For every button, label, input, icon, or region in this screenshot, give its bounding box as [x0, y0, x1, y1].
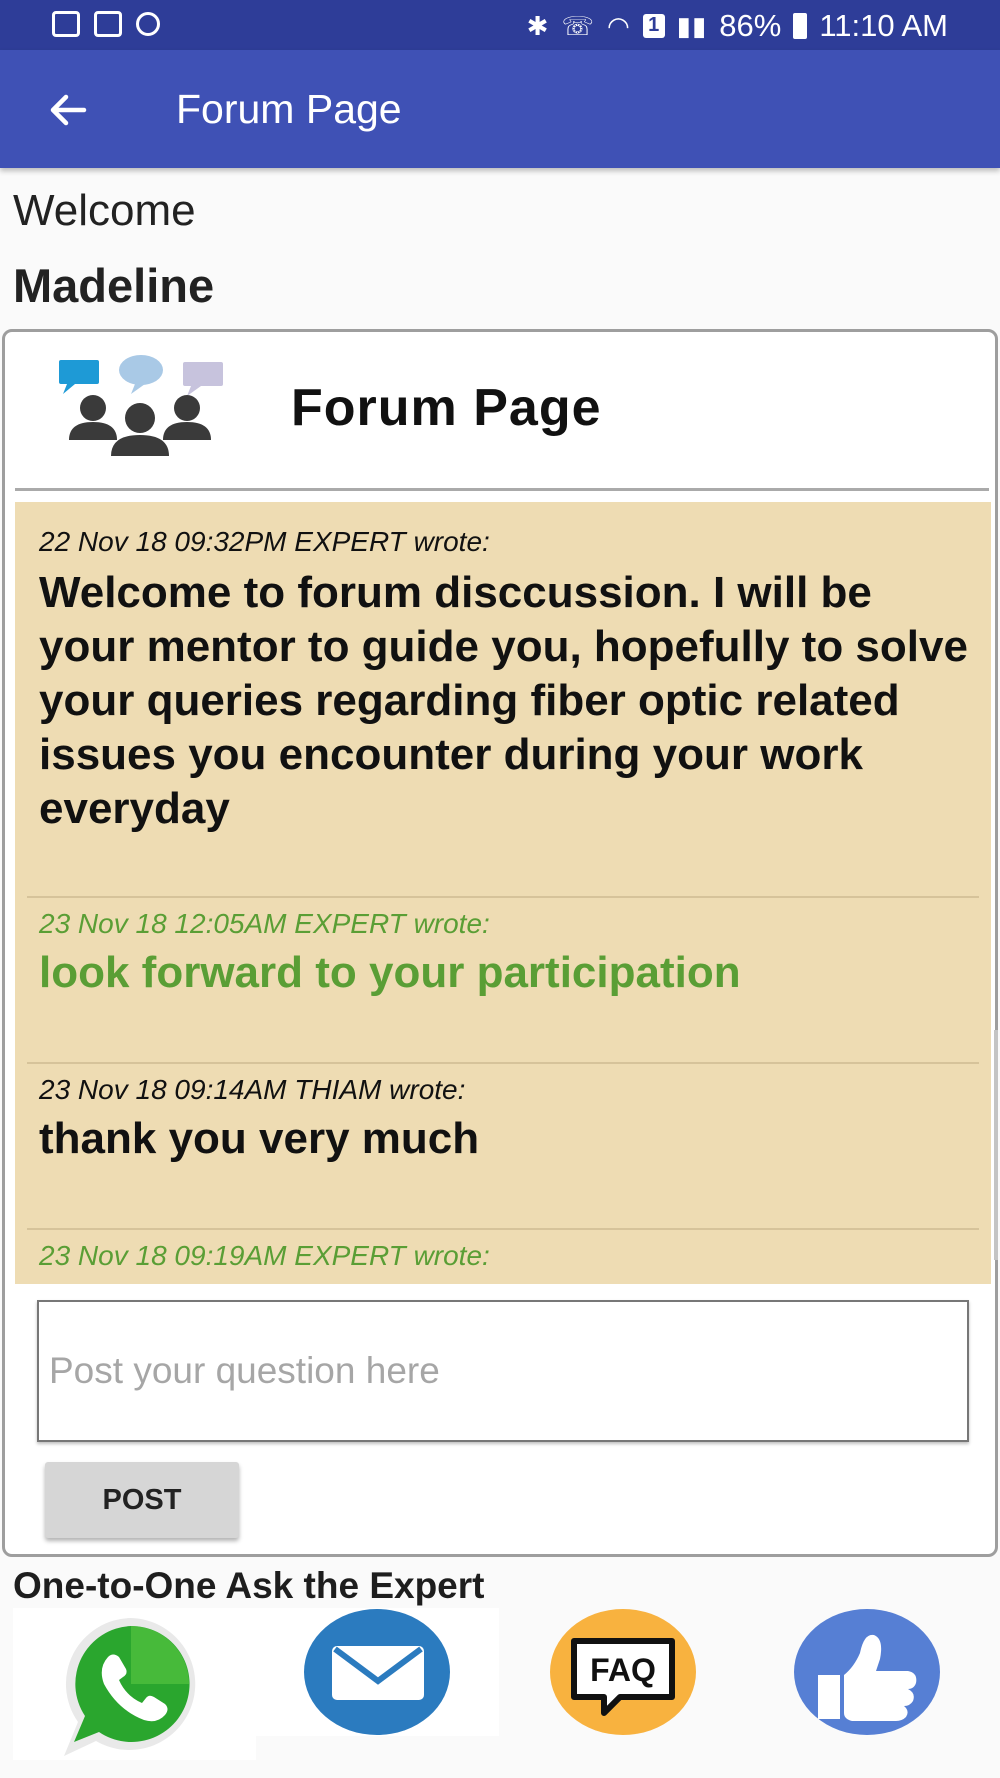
- message-divider: [27, 1062, 979, 1064]
- battery-icon: [793, 13, 808, 39]
- wifi-call-icon: ☏: [561, 10, 595, 41]
- sim-slot-badge: 1: [642, 14, 665, 38]
- mail-notification-icon: [94, 11, 122, 37]
- message-body: Welcome to forum disccussion. I will be …: [39, 568, 968, 833]
- thumbs-up-icon[interactable]: [792, 1609, 942, 1759]
- message-meta: 23 Nov 18 09:14AM THIAM wrote:: [39, 1074, 466, 1105]
- scrollbar[interactable]: [994, 1030, 998, 1260]
- forum-card-header: Forum Page: [5, 332, 995, 492]
- message-meta: 23 Nov 18 12:05AM EXPERT wrote:: [39, 908, 490, 939]
- faq-label: FAQ: [590, 1652, 656, 1688]
- alarm-icon: [136, 12, 160, 36]
- message-body: look forward to your participation: [39, 948, 741, 997]
- notification-icons: [52, 11, 160, 37]
- signal-icon: ▮▮: [676, 10, 708, 41]
- forum-card-title: Forum Page: [291, 379, 602, 437]
- expert-section-title: One-to-One Ask the Expert: [13, 1565, 485, 1606]
- list-item: 22 Nov 18 09:32PM EXPERT wrote: Welcome …: [27, 526, 979, 836]
- message-meta: 23 Nov 18 09:19AM EXPERT wrote:: [39, 1240, 490, 1271]
- message-divider: [27, 1228, 979, 1230]
- question-input[interactable]: [37, 1300, 969, 1442]
- forum-people-icon: [59, 355, 223, 456]
- wifi-icon: ◠: [606, 10, 631, 41]
- post-button[interactable]: POST: [45, 1462, 239, 1538]
- battery-percent: 86%: [719, 8, 782, 43]
- expert-contact-row: FAQ: [0, 1608, 1000, 1768]
- whatsapp-icon[interactable]: [56, 1610, 206, 1760]
- list-item: 23 Nov 18 12:05AM EXPERT wrote: look for…: [27, 908, 979, 1000]
- user-name: Madeline: [13, 259, 215, 312]
- clock: 11:10 AM: [819, 8, 948, 43]
- list-item: 23 Nov 18 09:14AM THIAM wrote: thank you…: [27, 1074, 979, 1166]
- welcome-label: Welcome: [13, 186, 196, 235]
- mail-icon[interactable]: [302, 1609, 452, 1759]
- app-bar: Forum Page: [0, 50, 1000, 168]
- messages-list[interactable]: 22 Nov 18 09:32PM EXPERT wrote: Welcome …: [15, 502, 991, 1284]
- list-item: 23 Nov 18 09:19AM EXPERT wrote:: [27, 1240, 979, 1272]
- back-arrow-icon[interactable]: [44, 86, 92, 134]
- app-bar-title: Forum Page: [176, 86, 402, 132]
- status-bar: ✱ ☏ ◠ 1 ▮▮ 86% 11:10 AM: [0, 0, 1000, 50]
- header-divider: [15, 488, 989, 491]
- faq-icon[interactable]: FAQ: [548, 1609, 698, 1759]
- outlook-icon: [52, 11, 80, 37]
- forum-card: Forum Page 22 Nov 18 09:32PM EXPERT wrot…: [2, 329, 998, 1557]
- message-divider: [27, 896, 979, 898]
- bluetooth-icon: ✱: [526, 10, 550, 41]
- message-body: thank you very much: [39, 1114, 480, 1163]
- message-meta: 22 Nov 18 09:32PM EXPERT wrote:: [39, 526, 490, 557]
